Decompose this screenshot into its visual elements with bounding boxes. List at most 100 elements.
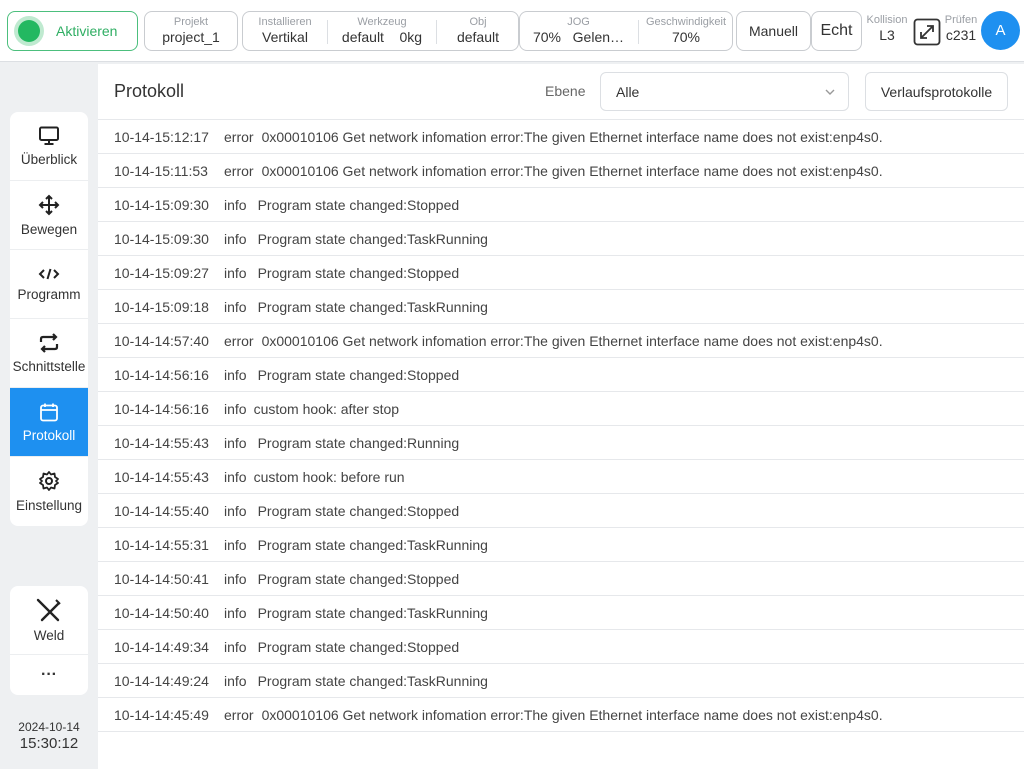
log-message: Program state changed:Stopped <box>257 196 460 213</box>
tool-title: Werkzeug <box>357 16 407 28</box>
sidebar-item-weld[interactable]: Weld <box>10 586 88 655</box>
log-level: error <box>224 128 254 145</box>
log-message: Program state changed:Running <box>257 434 460 451</box>
log-row[interactable]: 10-14-15:11:53 error 0x00010106 Get networ… <box>98 154 1024 188</box>
history-log-button[interactable]: Verlaufsprotokolle <box>865 72 1008 111</box>
obj-value: default <box>456 29 500 45</box>
log-message: Program state changed:Stopped <box>257 502 460 519</box>
log-row[interactable]: 10-14-14:55:31 info Program state changed:… <box>98 528 1024 562</box>
sidebar-item-move[interactable]: Bewegen <box>10 181 88 250</box>
log-level: info <box>224 570 247 587</box>
log-row[interactable]: 10-14-14:56:16 info custom hook: after sto… <box>98 392 1024 426</box>
project-value: project_1 <box>162 29 220 45</box>
tool-name: default <box>341 29 384 45</box>
log-timestamp: 10-14-15:12:17 <box>114 128 209 145</box>
log-level: error <box>224 332 254 349</box>
check-indicator[interactable]: Prüfen c231 <box>942 14 980 43</box>
project-selector[interactable]: Projekt project_1 <box>144 11 238 51</box>
log-level: info <box>224 638 247 655</box>
sidebar-item-label: Bewegen <box>20 221 78 237</box>
log-row[interactable]: 10-14-14:45:49 error 0x00010106 Get networ… <box>98 698 1024 732</box>
sidebar-item-label: Überblick <box>20 151 78 167</box>
level-label: Ebene <box>545 83 586 99</box>
log-timestamp: 10-14-14:55:40 <box>114 502 209 519</box>
log-level: info <box>224 502 247 519</box>
sidebar-item-settings[interactable]: Einstellung <box>10 457 88 526</box>
log-panel: Protokoll Ebene Alle Verlaufsprotokolle … <box>98 64 1024 769</box>
log-row[interactable]: 10-14-14:55:40 info Program state changed:… <box>98 494 1024 528</box>
log-message: Program state changed:Stopped <box>257 638 460 655</box>
obj-title: Obj <box>469 16 487 28</box>
sidebar-item-label: Programm <box>17 286 81 302</box>
install-title: Installieren <box>258 16 312 28</box>
log-timestamp: 10-14-14:56:16 <box>114 366 209 383</box>
log-timestamp: 10-14-14:50:41 <box>114 570 209 587</box>
sidebar-item-label: Weld <box>33 627 65 643</box>
log-level: error <box>224 162 254 179</box>
log-level: error <box>224 706 254 723</box>
more-menu-button[interactable]: ··· <box>10 655 88 695</box>
log-row[interactable]: 10-14-14:49:24 info Program state changed:… <box>98 664 1024 698</box>
log-row[interactable]: 10-14-15:09:30 info Program state changed:… <box>98 188 1024 222</box>
log-timestamp: 10-14-14:45:49 <box>114 706 209 723</box>
expand-icon[interactable] <box>913 18 941 46</box>
gear-icon <box>39 471 59 491</box>
log-row[interactable]: 10-14-14:55:43 info custom hook: before ru… <box>98 460 1024 494</box>
clock-time: 15:30:12 <box>19 735 79 752</box>
log-timestamp: 10-14-14:50:40 <box>114 604 209 621</box>
collision-indicator[interactable]: Kollision L3 <box>864 14 910 43</box>
speed-title: Geschwindigkeit <box>645 16 727 28</box>
collision-title: Kollision <box>866 14 908 26</box>
sidebar-item-overview[interactable]: Überblick <box>10 112 88 181</box>
installation-group[interactable]: Installieren Vertikal Werkzeug default 0… <box>242 11 519 51</box>
chevron-down-icon <box>825 89 835 95</box>
log-level: info <box>224 196 247 213</box>
activate-button[interactable]: Aktivieren <box>7 11 138 51</box>
level-select[interactable]: Alle <box>600 72 849 111</box>
history-log-label: Verlaufsprotokolle <box>880 83 993 100</box>
sidebar-item-program[interactable]: Programm <box>10 250 88 319</box>
tool-value: default 0kg <box>328 29 436 45</box>
more-icon: ··· <box>41 666 57 683</box>
install-value: Vertikal <box>262 29 308 45</box>
log-row[interactable]: 10-14-14:56:16 info Program state changed:… <box>98 358 1024 392</box>
log-row[interactable]: 10-14-15:09:27 info Program state changed:… <box>98 256 1024 290</box>
log-row[interactable]: 10-14-15:12:17 error 0x00010106 Get networ… <box>98 120 1024 154</box>
log-message: 0x00010106 Get network infomation error:… <box>261 706 883 723</box>
log-message: 0x00010106 Get network infomation error:… <box>261 332 883 349</box>
log-message: custom hook: after stop <box>253 400 400 417</box>
jog-title: JOG <box>567 16 590 28</box>
sidebar-extras: Weld ··· <box>10 586 88 695</box>
log-message: Program state changed:Stopped <box>257 264 460 281</box>
log-timestamp: 10-14-15:11:53 <box>114 162 208 179</box>
log-message: Program state changed:TaskRunning <box>257 536 488 553</box>
log-row[interactable]: 10-14-14:50:41 info Program state changed:… <box>98 562 1024 596</box>
jog-speed-group[interactable]: JOG 70% Gelen… Geschwindigkeit 70% <box>519 11 733 51</box>
manual-mode-button[interactable]: Manuell <box>736 11 811 51</box>
log-row[interactable]: 10-14-15:09:30 info Program state changed:… <box>98 222 1024 256</box>
log-timestamp: 10-14-15:09:27 <box>114 264 209 281</box>
log-level: info <box>224 366 247 383</box>
log-level: info <box>224 672 247 689</box>
log-row[interactable]: 10-14-15:09:18 info Program state changed:… <box>98 290 1024 324</box>
jog-percent: 70% <box>532 29 561 45</box>
collision-value: L3 <box>879 27 895 43</box>
avatar[interactable]: A <box>981 11 1020 50</box>
log-timestamp: 10-14-14:55:31 <box>114 536 209 553</box>
log-level: info <box>224 400 247 417</box>
log-timestamp: 10-14-14:57:40 <box>114 332 209 349</box>
code-icon <box>38 268 60 279</box>
real-mode-button[interactable]: Echt <box>811 11 862 51</box>
log-row[interactable]: 10-14-14:50:40 info Program state changed:… <box>98 596 1024 630</box>
project-title: Projekt <box>173 16 209 28</box>
log-timestamp: 10-14-15:09:30 <box>114 230 209 247</box>
log-row[interactable]: 10-14-14:57:40 error 0x00010106 Get networ… <box>98 324 1024 358</box>
avatar-letter: A <box>995 22 1006 39</box>
log-row[interactable]: 10-14-14:49:34 info Program state changed:… <box>98 630 1024 664</box>
log-row[interactable]: 10-14-14:55:43 info Program state changed:… <box>98 426 1024 460</box>
sidebar-item-log[interactable]: Protokoll <box>10 388 88 457</box>
sidebar-item-interface[interactable]: Schnittstelle <box>10 319 88 388</box>
monitor-icon <box>39 126 59 145</box>
log-timestamp: 10-14-14:55:43 <box>114 468 209 485</box>
log-level: info <box>224 298 247 315</box>
